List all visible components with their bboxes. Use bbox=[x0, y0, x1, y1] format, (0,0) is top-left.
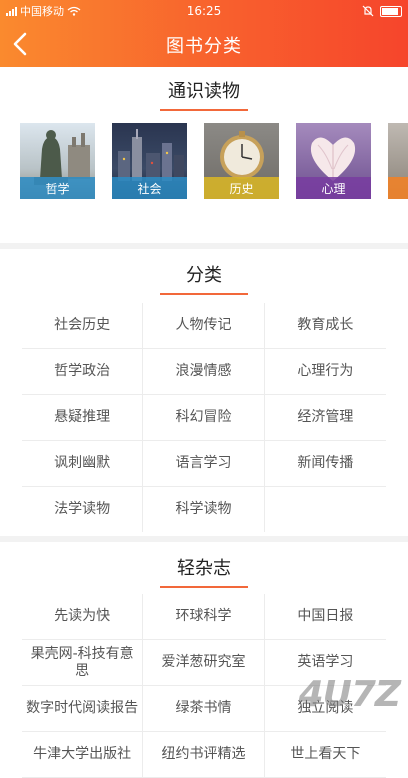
section-title-magazine: 轻杂志 bbox=[0, 554, 408, 588]
section-title-general: 通识读物 bbox=[0, 77, 408, 111]
section-title-text: 通识读物 bbox=[168, 81, 240, 102]
card-label: 哲学 bbox=[45, 181, 70, 196]
magazine-section: 轻杂志 先读为快 环球科学 中国日报 果壳网-科技有意思 爱洋葱研究室 英语学习… bbox=[0, 542, 408, 778]
magazine-item[interactable]: 绿茶书情 bbox=[143, 686, 265, 732]
category-item-empty bbox=[265, 487, 386, 532]
category-item[interactable]: 科学读物 bbox=[143, 487, 265, 532]
general-reading-section: 通识读物 哲学 社会 历史 心理 bbox=[0, 67, 408, 243]
card-label: 社会 bbox=[137, 181, 162, 196]
category-item[interactable]: 教育成长 bbox=[264, 303, 386, 349]
category-section: 分类 社会历史 人物传记 教育成长 哲学政治 浪漫情感 心理行为 悬疑推理 科幻… bbox=[0, 249, 408, 532]
card-label-bg bbox=[388, 177, 408, 199]
category-item[interactable]: 人物传记 bbox=[143, 303, 265, 349]
magazine-item[interactable]: 爱洋葱研究室 bbox=[143, 640, 265, 686]
category-item[interactable]: 浪漫情感 bbox=[143, 349, 265, 395]
magazine-item[interactable]: 环球科学 bbox=[143, 594, 265, 640]
card-philosophy[interactable]: 哲学 bbox=[20, 123, 95, 199]
status-bar: 中国移动 16:25 bbox=[0, 0, 408, 22]
category-item[interactable]: 悬疑推理 bbox=[22, 395, 144, 441]
category-item[interactable]: 科幻冒险 bbox=[143, 395, 265, 441]
magazine-item[interactable]: 数字时代阅读报告 bbox=[22, 686, 144, 732]
section-title-category: 分类 bbox=[0, 261, 408, 295]
card-label-bg: 历史 bbox=[204, 177, 279, 199]
section-title-underline bbox=[160, 293, 248, 295]
card-label: 心理 bbox=[321, 181, 346, 196]
category-grid: 社会历史 人物传记 教育成长 哲学政治 浪漫情感 心理行为 悬疑推理 科幻冒险 … bbox=[22, 303, 386, 532]
category-item[interactable]: 新闻传播 bbox=[264, 441, 386, 487]
card-history[interactable]: 历史 bbox=[204, 123, 279, 199]
section-title-underline bbox=[160, 109, 248, 111]
page-title: 图书分类 bbox=[166, 35, 242, 57]
header: 中国移动 16:25 图书分类 bbox=[0, 0, 408, 67]
card-label-bg: 哲学 bbox=[20, 177, 95, 199]
card-psychology[interactable]: 心理 bbox=[296, 123, 371, 199]
category-carousel[interactable]: 哲学 社会 历史 心理 bbox=[0, 123, 408, 199]
category-item[interactable]: 语言学习 bbox=[143, 441, 265, 487]
category-item[interactable]: 哲学政治 bbox=[22, 349, 144, 395]
chevron-left-icon bbox=[13, 32, 27, 56]
magazine-item[interactable]: 世上看天下 bbox=[264, 732, 386, 778]
section-title-text: 分类 bbox=[186, 265, 222, 286]
card-partial[interactable] bbox=[388, 123, 408, 199]
magazine-item[interactable]: 牛津大学出版社 bbox=[22, 732, 144, 778]
battery-icon bbox=[380, 5, 402, 17]
card-label-bg: 心理 bbox=[296, 177, 371, 199]
watermark-logo: 4U7Z bbox=[298, 674, 401, 715]
magazine-item[interactable]: 果壳网-科技有意思 bbox=[22, 640, 144, 686]
section-title-underline bbox=[160, 586, 248, 588]
section-title-text: 轻杂志 bbox=[177, 558, 231, 579]
magazine-item[interactable]: 先读为快 bbox=[22, 594, 144, 640]
category-item[interactable]: 法学读物 bbox=[22, 487, 144, 532]
status-time: 16:25 bbox=[186, 4, 222, 18]
magazine-item[interactable]: 中国日报 bbox=[264, 594, 386, 640]
card-label-bg: 社会 bbox=[112, 177, 187, 199]
card-society[interactable]: 社会 bbox=[112, 123, 187, 199]
category-item[interactable]: 讽刺幽默 bbox=[22, 441, 144, 487]
nav-bar: 图书分类 bbox=[0, 22, 408, 67]
category-item[interactable]: 经济管理 bbox=[264, 395, 386, 441]
category-item[interactable]: 社会历史 bbox=[22, 303, 144, 349]
card-label: 历史 bbox=[229, 181, 254, 196]
category-item[interactable]: 心理行为 bbox=[264, 349, 386, 395]
back-button[interactable] bbox=[12, 30, 36, 58]
magazine-item[interactable]: 纽约书评精选 bbox=[143, 732, 265, 778]
